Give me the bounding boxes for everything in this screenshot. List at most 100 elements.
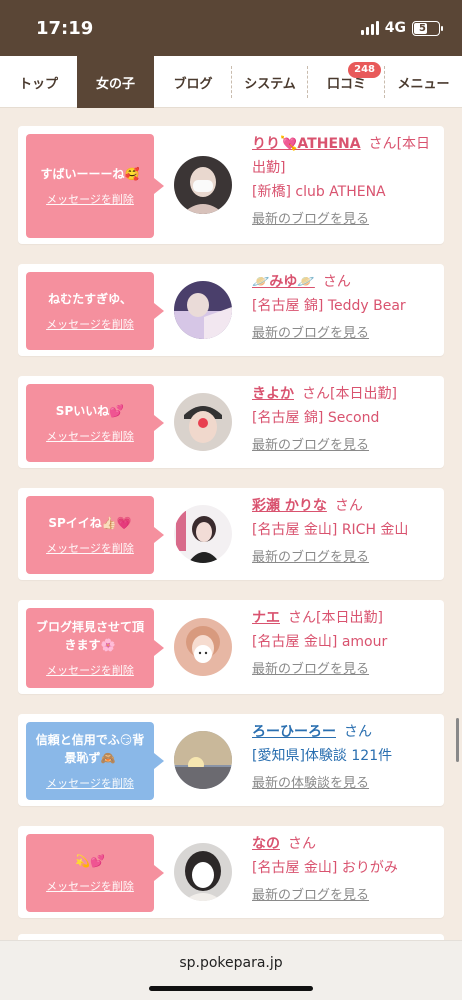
- tab-top[interactable]: トップ: [0, 56, 77, 108]
- message-card: 信頼と信用でふ😏背景恥ず🙈 メッセージを削除 ろーひーろー さん [愛知県]体験談…: [18, 714, 444, 806]
- honorific: さん: [334, 498, 363, 514]
- message-bubble: SPイイね👍🏻💗 メッセージを削除: [26, 496, 164, 574]
- shop-info: [愛知県]体験談 121件: [252, 748, 393, 764]
- shop-info: [名古屋 金山] おりがみ: [252, 860, 398, 876]
- sender-name-link[interactable]: きよか: [252, 386, 294, 402]
- delete-message-link[interactable]: メッセージを削除: [46, 191, 134, 207]
- tab-blog[interactable]: ブログ: [154, 56, 232, 108]
- sender-name-link[interactable]: ろーひーろー: [252, 724, 336, 740]
- sender-info: 彩瀬 かりな さん [名古屋 金山] RICH 金山 最新のブログを見る: [252, 494, 440, 570]
- tab-system[interactable]: システム: [232, 56, 308, 108]
- message-text: ねむたすぎゆ、: [48, 292, 132, 306]
- tab-label: システム: [244, 76, 296, 92]
- message-text: 💫💕: [75, 854, 105, 868]
- tab-label: 女の子: [95, 76, 135, 92]
- delete-message-link[interactable]: メッセージを削除: [46, 428, 134, 444]
- delete-message-link[interactable]: メッセージを削除: [46, 540, 134, 556]
- message-card: ねむたすぎゆ、 メッセージを削除 🪐みゆ🪐 さん [名古屋 錦] Teddy Be…: [18, 264, 444, 356]
- tab-reviews[interactable]: 口コミ 248: [308, 56, 385, 108]
- avatar[interactable]: [174, 156, 232, 214]
- message-card: すばいーーーね🥰 メッセージを削除 りり💘ATHENA さん[本日出勤] [新橋]…: [18, 126, 444, 244]
- sender-info: ナエ さん[本日出勤] [名古屋 金山] amour 最新のブログを見る: [252, 606, 440, 682]
- message-bubble: 信頼と信用でふ😏背景恥ず🙈 メッセージを削除: [26, 722, 164, 800]
- reviews-count-badge: 248: [348, 62, 381, 78]
- message-card: SPいいね💕 メッセージを削除 きよか さん[本日出勤] [名古屋 錦] Seco…: [18, 376, 444, 468]
- message-bubble: ねむたすぎゆ、 メッセージを削除: [26, 272, 164, 350]
- honorific: さん: [322, 274, 351, 290]
- message-text: SPイイね👍🏻💗: [48, 516, 132, 530]
- honorific: さん: [288, 610, 316, 626]
- shop-info: [名古屋 金山] RICH 金山: [252, 522, 409, 538]
- sender-name-link[interactable]: 🪐みゆ🪐: [252, 274, 315, 290]
- avatar-photo: [174, 731, 232, 789]
- tab-girls[interactable]: 女の子: [77, 56, 154, 108]
- scrollbar[interactable]: [456, 718, 459, 762]
- honorific: さん: [302, 386, 330, 402]
- shop-info: [名古屋 錦] Teddy Bear: [252, 298, 406, 314]
- sender-name-link[interactable]: なの: [252, 836, 280, 852]
- message-list: すばいーーーね🥰 メッセージを削除 りり💘ATHENA さん[本日出勤] [新橋]…: [18, 126, 444, 938]
- status-indicators: 4G 51: [360, 20, 443, 36]
- honorific: さん: [368, 136, 397, 152]
- url-label: sp.pokepara.jp: [179, 955, 283, 971]
- delete-message-link[interactable]: メッセージを削除: [46, 662, 134, 678]
- sender-info: ろーひーろー さん [愛知県]体験談 121件 最新の体験談を見る: [252, 720, 440, 796]
- shop-info: [名古屋 錦] Second: [252, 410, 380, 426]
- tab-label: メニュー: [397, 76, 450, 92]
- latest-blog-link[interactable]: 最新のブログを見る: [252, 546, 369, 570]
- signal-icon: [360, 21, 379, 35]
- avatar-photo: [174, 505, 232, 563]
- avatar[interactable]: [174, 843, 232, 901]
- message-card: ブログ拝見させて頂きます🌸 メッセージを削除 ナエ さん[本日出勤] [名古屋 金…: [18, 600, 444, 694]
- avatar-photo: [174, 843, 232, 901]
- shop-info: [新橋] club ATHENA: [252, 184, 386, 200]
- work-status: [本日出勤]: [316, 610, 383, 626]
- sender-info: りり💘ATHENA さん[本日出勤] [新橋] club ATHENA 最新のブロ…: [252, 132, 440, 232]
- latest-blog-link[interactable]: 最新のブログを見る: [252, 322, 369, 346]
- battery-percent: 51: [419, 22, 433, 34]
- message-card: 💫💕 メッセージを削除 なの さん [名古屋 金山] おりがみ 最新のブログを見る: [18, 826, 444, 918]
- delete-message-link[interactable]: メッセージを削除: [46, 775, 134, 791]
- avatar-photo: [174, 393, 232, 451]
- latest-blog-link[interactable]: 最新のブログを見る: [252, 434, 369, 458]
- avatar-photo: [174, 618, 232, 676]
- delete-message-link[interactable]: メッセージを削除: [46, 878, 134, 894]
- latest-blog-link[interactable]: 最新のブログを見る: [252, 208, 369, 232]
- avatar[interactable]: [174, 505, 232, 563]
- home-indicator[interactable]: [149, 986, 313, 991]
- tab-label: ブログ: [173, 76, 213, 92]
- avatar-photo: [174, 156, 232, 214]
- sender-info: 🪐みゆ🪐 さん [名古屋 錦] Teddy Bear 最新のブログを見る: [252, 270, 440, 346]
- tab-menu[interactable]: メニュー: [385, 56, 462, 108]
- avatar[interactable]: [174, 731, 232, 789]
- avatar[interactable]: [174, 281, 232, 339]
- delete-message-link[interactable]: メッセージを削除: [46, 316, 134, 332]
- message-text: すばいーーーね🥰: [40, 167, 140, 181]
- latest-blog-link[interactable]: 最新のブログを見る: [252, 884, 369, 908]
- network-label: 4G: [384, 20, 406, 36]
- message-bubble: ブログ拝見させて頂きます🌸 メッセージを削除: [26, 608, 164, 688]
- avatar[interactable]: [174, 393, 232, 451]
- honorific: さん: [344, 724, 372, 740]
- latest-blog-link[interactable]: 最新のブログを見る: [252, 658, 369, 682]
- message-bubble: すばいーーーね🥰 メッセージを削除: [26, 134, 164, 238]
- work-status: [本日出勤]: [330, 386, 397, 402]
- avatar-photo: [174, 281, 232, 339]
- message-text: ブログ拝見させて頂きます🌸: [35, 620, 144, 652]
- sender-info: なの さん [名古屋 金山] おりがみ 最新のブログを見る: [252, 832, 440, 908]
- battery-icon: 51: [412, 20, 443, 36]
- message-card: SPイイね👍🏻💗 メッセージを削除 彩瀬 かりな さん [名古屋 金山] RICH…: [18, 488, 444, 580]
- message-text: SPいいね💕: [55, 404, 125, 418]
- sender-name-link[interactable]: りり💘ATHENA: [252, 136, 361, 152]
- avatar[interactable]: [174, 618, 232, 676]
- browser-address-bar[interactable]: sp.pokepara.jp: [0, 940, 462, 1000]
- nav-tabs: トップ 女の子 ブログ システム 口コミ 248 メニュー: [0, 56, 462, 108]
- message-bubble: SPいいね💕 メッセージを削除: [26, 384, 164, 462]
- honorific: さん: [288, 836, 316, 852]
- latest-review-link[interactable]: 最新の体験談を見る: [252, 772, 369, 796]
- message-bubble: 💫💕 メッセージを削除: [26, 834, 164, 912]
- sender-name-link[interactable]: 彩瀬 かりな: [252, 498, 327, 514]
- message-text: 信頼と信用でふ😏背景恥ず🙈: [35, 733, 145, 765]
- sender-name-link[interactable]: ナエ: [252, 610, 280, 626]
- status-bar: 17:19 4G 51: [0, 0, 462, 56]
